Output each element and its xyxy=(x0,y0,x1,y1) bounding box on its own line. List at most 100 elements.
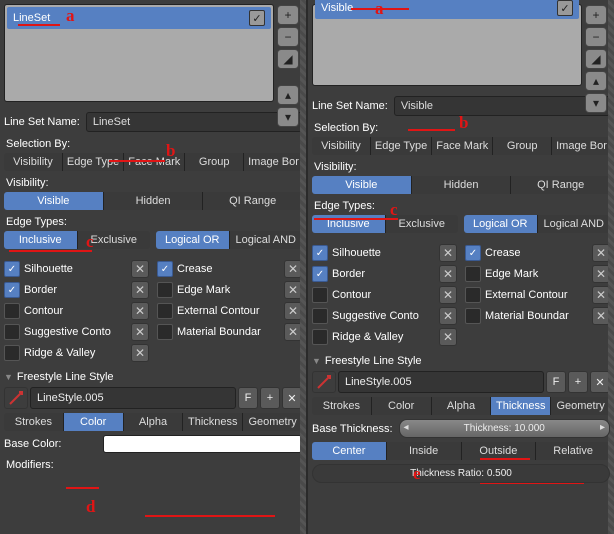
x-border-r[interactable]: ✕ xyxy=(439,265,457,283)
chk-contour-r[interactable] xyxy=(312,287,328,303)
styletab-color[interactable]: Color xyxy=(64,413,124,431)
move-down-button[interactable]: ▾ xyxy=(277,107,299,127)
lineset-name-input-r[interactable] xyxy=(394,96,610,116)
menu-button[interactable]: ◢ xyxy=(277,49,299,69)
remove-button[interactable]: − xyxy=(277,27,299,47)
x-suggestive[interactable]: ✕ xyxy=(131,323,149,341)
chk-crease-r[interactable] xyxy=(465,245,481,261)
lineset-item-check[interactable]: ✓ xyxy=(249,10,265,26)
vis-tab-hidden[interactable]: Hidden xyxy=(104,192,204,210)
chk-extcontour[interactable] xyxy=(157,303,173,319)
lineset-item[interactable]: LineSet ✓ xyxy=(7,7,271,29)
linestyle-fake-user[interactable]: F xyxy=(238,387,258,409)
remove-button-r[interactable]: − xyxy=(585,27,607,47)
vis-tab-visible-r[interactable]: Visible xyxy=(312,176,412,194)
x-silhouette[interactable]: ✕ xyxy=(131,260,149,278)
sel-tab-edgetype-r[interactable]: Edge Type xyxy=(371,137,432,155)
chk-edgemark[interactable] xyxy=(157,282,173,298)
sel-tab-facemark[interactable]: Face Mark xyxy=(124,153,185,171)
toggle-logical-and-r[interactable]: Logical AND xyxy=(538,215,611,233)
styletab-geometry-r[interactable]: Geometry xyxy=(551,397,610,415)
x-contour[interactable]: ✕ xyxy=(131,302,149,320)
chk-edgemark-r[interactable] xyxy=(465,266,481,282)
toggle-exclusive[interactable]: Exclusive xyxy=(78,231,151,249)
x-ridge-r[interactable]: ✕ xyxy=(439,328,457,346)
sel-tab-group[interactable]: Group xyxy=(185,153,244,171)
slider-left-icon[interactable]: ◂ xyxy=(404,422,409,433)
vis-tab-visible[interactable]: Visible xyxy=(4,192,104,210)
freestyle-linestyle-header-r[interactable]: Freestyle Line Style xyxy=(312,355,610,367)
linestyle-fake-user-r[interactable]: F xyxy=(546,371,566,393)
vis-tab-qirange[interactable]: QI Range xyxy=(203,192,302,210)
datablock-icon[interactable] xyxy=(4,387,28,409)
linestyle-unlink[interactable]: ✕ xyxy=(282,387,302,409)
lineset-list[interactable]: LineSet ✓ + − ◢ ▴ ▾ xyxy=(4,4,274,102)
styletab-thickness[interactable]: Thickness xyxy=(183,413,243,431)
styletab-color-r[interactable]: Color xyxy=(372,397,432,415)
toggle-logical-or-r[interactable]: Logical OR xyxy=(464,215,538,233)
linestyle-name-input[interactable] xyxy=(30,387,236,409)
vis-tab-qirange-r[interactable]: QI Range xyxy=(511,176,610,194)
move-up-button-r[interactable]: ▴ xyxy=(585,71,607,91)
thickness-slider[interactable]: ◂ Thickness: 10.000 ▸ xyxy=(399,419,610,438)
chk-extcontour-r[interactable] xyxy=(465,287,481,303)
sel-tab-group-r[interactable]: Group xyxy=(493,137,552,155)
chk-border[interactable] xyxy=(4,282,20,298)
toggle-logical-or[interactable]: Logical OR xyxy=(156,231,230,249)
chk-ridge[interactable] xyxy=(4,345,20,361)
linestyle-add-r[interactable]: + xyxy=(568,371,588,393)
linestyle-add[interactable]: + xyxy=(260,387,280,409)
lineset-item-check-r[interactable]: ✓ xyxy=(557,0,573,16)
move-down-button-r[interactable]: ▾ xyxy=(585,93,607,113)
styletab-strokes[interactable]: Strokes xyxy=(4,413,64,431)
freestyle-linestyle-header[interactable]: Freestyle Line Style xyxy=(4,371,302,383)
chk-material[interactable] xyxy=(157,324,173,340)
styletab-geometry[interactable]: Geometry xyxy=(243,413,302,431)
linestyle-unlink-r[interactable]: ✕ xyxy=(590,371,610,393)
styletab-alpha-r[interactable]: Alpha xyxy=(432,397,492,415)
toggle-exclusive-r[interactable]: Exclusive xyxy=(386,215,459,233)
lineset-item-r[interactable]: Visible ✓ xyxy=(315,0,579,19)
menu-button-r[interactable]: ◢ xyxy=(585,49,607,69)
sel-tab-imagebor[interactable]: Image Bor xyxy=(244,153,302,171)
lineset-name-input[interactable] xyxy=(86,112,302,132)
add-button-r[interactable]: + xyxy=(585,5,607,25)
sel-tab-facemark-r[interactable]: Face Mark xyxy=(432,137,493,155)
x-ridge[interactable]: ✕ xyxy=(131,344,149,362)
move-up-button[interactable]: ▴ xyxy=(277,85,299,105)
styletab-alpha[interactable]: Alpha xyxy=(124,413,184,431)
center-tab[interactable]: Center xyxy=(312,442,387,460)
outside-tab[interactable]: Outside xyxy=(462,442,537,460)
toggle-inclusive[interactable]: Inclusive xyxy=(4,231,78,249)
linestyle-name-input-r[interactable] xyxy=(338,371,544,393)
x-border[interactable]: ✕ xyxy=(131,281,149,299)
vis-tab-hidden-r[interactable]: Hidden xyxy=(412,176,512,194)
chk-ridge-r[interactable] xyxy=(312,329,328,345)
chk-crease[interactable] xyxy=(157,261,173,277)
ratio-slider[interactable]: Thickness Ratio: 0.500 xyxy=(312,464,610,483)
toggle-logical-and[interactable]: Logical AND xyxy=(230,231,303,249)
basecolor-picker[interactable] xyxy=(103,435,302,453)
chk-material-r[interactable] xyxy=(465,308,481,324)
sel-tab-imagebor-r[interactable]: Image Bor xyxy=(552,137,610,155)
styletab-strokes-r[interactable]: Strokes xyxy=(312,397,372,415)
styletab-thickness-r[interactable]: Thickness xyxy=(491,397,551,415)
chk-suggestive[interactable] xyxy=(4,324,20,340)
sel-tab-edgetype[interactable]: Edge Type xyxy=(63,153,124,171)
slider-right-icon[interactable]: ▸ xyxy=(600,422,605,433)
add-button[interactable]: + xyxy=(277,5,299,25)
chk-silhouette-r[interactable] xyxy=(312,245,328,261)
sel-tab-visibility[interactable]: Visibility xyxy=(4,153,63,171)
toggle-inclusive-r[interactable]: Inclusive xyxy=(312,215,386,233)
chk-silhouette[interactable] xyxy=(4,261,20,277)
x-suggestive-r[interactable]: ✕ xyxy=(439,307,457,325)
chk-contour[interactable] xyxy=(4,303,20,319)
chk-border-r[interactable] xyxy=(312,266,328,282)
datablock-icon-r[interactable] xyxy=(312,371,336,393)
x-silhouette-r[interactable]: ✕ xyxy=(439,244,457,262)
lineset-list-r[interactable]: Visible ✓ + − ◢ ▴ ▾ xyxy=(312,4,582,86)
chk-suggestive-r[interactable] xyxy=(312,308,328,324)
inside-tab[interactable]: Inside xyxy=(387,442,462,460)
sel-tab-visibility-r[interactable]: Visibility xyxy=(312,137,371,155)
x-contour-r[interactable]: ✕ xyxy=(439,286,457,304)
